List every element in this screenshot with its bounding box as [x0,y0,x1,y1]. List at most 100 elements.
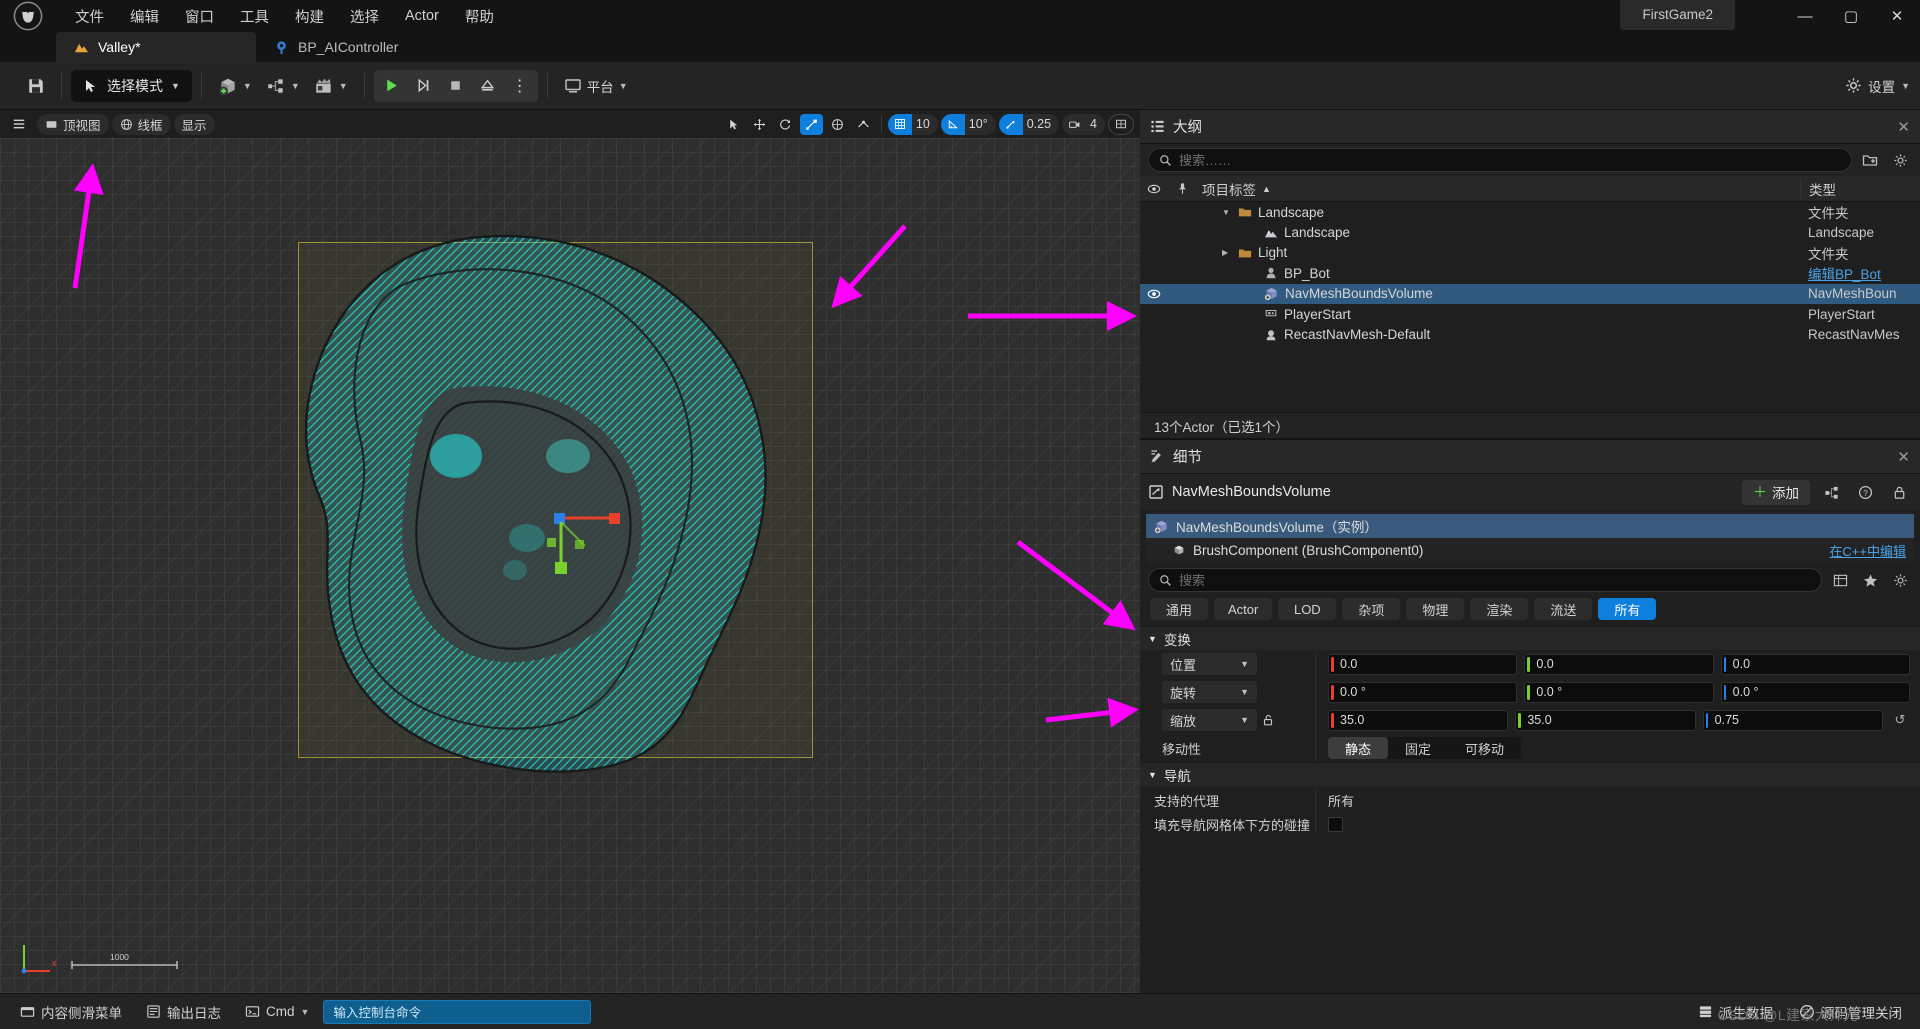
minimize-button[interactable]: — [1782,0,1828,32]
menu-item-build[interactable]: 构建 [282,2,337,31]
outliner-search-input[interactable] [1179,152,1841,168]
transform-label-dropdown-位置[interactable]: 位置 ▼ [1162,653,1257,675]
outliner-label-column[interactable]: 项目标签 ▲ [1196,179,1800,199]
visibility-toggle-icon[interactable] [1140,287,1168,301]
outliner-type-column[interactable]: 类型 [1800,178,1920,199]
reset-to-default-icon[interactable]: ↺ [1890,712,1910,728]
settings-gear-icon[interactable] [1888,568,1912,592]
expander-icon[interactable]: ▶ [1222,248,1232,257]
outliner-row-recastnavmesh-default[interactable]: RecastNavMesh-Default RecastNavMes [1140,324,1920,344]
transform-label-dropdown-缩放[interactable]: 缩放 ▼ [1162,709,1257,731]
filter-chip-杂项[interactable]: 杂项 [1342,598,1401,620]
filter-chip-渲染[interactable]: 渲染 [1470,598,1529,620]
angle-snap-control[interactable]: 10° [940,113,996,135]
translate-gizmo-icon[interactable] [748,114,771,135]
transform-field-缩放-x[interactable]: 35.0 [1328,709,1509,731]
cmd-dropdown-button[interactable]: Cmd ▼ [235,999,319,1025]
viewport-shading-button[interactable]: 线框 [111,113,171,135]
surface-snap-icon[interactable] [852,114,875,135]
viewport-menu-icon[interactable] [4,114,34,135]
mobility-option-可移动[interactable]: 可移动 [1448,737,1521,759]
visibility-column-icon[interactable] [1140,182,1168,196]
tab-bp-aicontroller[interactable]: BP_AIController [256,32,420,62]
outliner-row-landscape[interactable]: ▼ Landscape 文件夹 [1140,202,1920,222]
transform-field-旋转-x[interactable]: 0.0 ° [1328,681,1518,703]
outliner-row-navmeshboundsvolume[interactable]: NavMeshBoundsVolume NavMeshBoun [1140,283,1920,304]
scale-snap-control[interactable]: 0.25 [998,113,1060,135]
component-grid-icon[interactable] [1818,480,1844,505]
play-options-button[interactable]: ⋮ [504,72,536,100]
platforms-button[interactable]: 平台 ▼ [557,70,635,102]
content-drawer-button[interactable]: 内容侧滑菜单 [10,999,132,1025]
menu-item-file[interactable]: 文件 [62,2,117,31]
viewport-view-mode-button[interactable]: 顶视图 [37,113,109,135]
unreal-logo-icon[interactable] [0,0,56,32]
transform-field-位置-x[interactable]: 0.0 [1328,653,1518,675]
filter-chip-Actor[interactable]: Actor [1214,598,1273,620]
menu-item-help[interactable]: 帮助 [452,2,507,31]
transform-section-header[interactable]: ▼ 变换 [1140,626,1920,650]
select-mode-button[interactable]: 选择模式 ▼ [71,69,192,102]
pin-column-icon[interactable] [1168,182,1196,195]
details-property-area[interactable]: ▼ 变换 位置 ▼ 0.0 0.0 0.0 旋转 ▼ 0.0 ° 0.0 ° 0.0 ° 缩放 ▼ 35… [1140,626,1920,993]
component-row-1[interactable]: BrushComponent (BrushComponent0) 在C++中编辑 [1146,538,1914,562]
cinematics-icon[interactable]: ▼ [307,70,355,102]
play-button[interactable] [376,72,408,100]
scale-gizmo-icon[interactable] [799,113,823,135]
maximize-button[interactable]: ▢ [1828,0,1874,32]
rotate-gizmo-icon[interactable] [774,114,797,135]
save-icon[interactable] [20,70,52,102]
favorite-star-icon[interactable] [1858,568,1882,592]
filter-chip-物理[interactable]: 物理 [1406,598,1465,620]
outliner-search-box[interactable] [1148,148,1852,172]
camera-speed-control[interactable]: 4 [1062,113,1105,135]
add-component-button[interactable]: ＋ 添加 [1742,479,1810,505]
outliner-row-type[interactable]: 编辑BP_Bot [1800,263,1920,283]
menu-item-tools[interactable]: 工具 [227,2,282,31]
world-coords-icon[interactable] [826,114,849,135]
scale-snap-icon[interactable] [998,113,1023,135]
outliner-new-folder-icon[interactable] [1858,148,1882,172]
outliner-settings-icon[interactable] [1888,148,1912,172]
fill-collision-checkbox[interactable] [1328,816,1343,832]
camera-icon[interactable] [1062,114,1086,135]
tab-valley[interactable]: Valley* [56,32,256,62]
filter-chip-LOD[interactable]: LOD [1278,598,1337,620]
filter-chip-所有[interactable]: 所有 [1598,598,1657,620]
menu-item-window[interactable]: 窗口 [172,2,227,31]
grid-snap-icon[interactable] [887,113,912,135]
transform-field-位置-y[interactable]: 0.0 [1524,653,1714,675]
add-actor-icon[interactable]: ▼ [211,70,259,102]
blueprint-dropdown-icon[interactable]: ▼ [259,70,307,102]
details-search-box[interactable] [1148,568,1822,592]
cursor-select-icon[interactable] [722,114,745,135]
close-button[interactable]: ✕ [1874,0,1920,32]
menu-item-select[interactable]: 选择 [337,2,392,31]
supported-agents-control[interactable]: 所有 [1315,786,1920,814]
menu-item-edit[interactable]: 编辑 [117,2,172,31]
grid-snap-control[interactable]: 10 [887,113,938,135]
scale-snap-value[interactable]: 0.25 [1023,117,1059,131]
outliner-row-landscape[interactable]: Landscape Landscape [1140,222,1920,242]
console-command-input[interactable]: 输入控制台命令 [323,999,592,1024]
expander-icon[interactable]: ▼ [1222,208,1232,217]
edit-in-cpp-link[interactable]: 在C++中编辑 [1829,541,1906,560]
camera-speed-value[interactable]: 4 [1086,117,1105,131]
navigation-section-header[interactable]: ▼ 导航 [1140,762,1920,786]
transform-label-dropdown-旋转[interactable]: 旋转 ▼ [1162,681,1257,703]
outliner-row-playerstart[interactable]: PlayerStart PlayerStart [1140,304,1920,324]
columns-icon[interactable] [1828,568,1852,592]
fill-collision-control[interactable] [1315,814,1920,834]
filter-chip-流送[interactable]: 流送 [1534,598,1593,620]
details-close-icon[interactable]: ✕ [1897,448,1910,466]
transform-field-旋转-y[interactable]: 0.0 ° [1524,681,1714,703]
transform-gizmo[interactable] [545,490,635,580]
eject-button[interactable] [472,72,504,100]
transform-field-位置-z[interactable]: 0.0 [1720,653,1910,675]
help-icon[interactable]: ? [1852,480,1878,505]
viewport-show-button[interactable]: 显示 [173,113,215,135]
grid-snap-value[interactable]: 10 [912,117,938,131]
viewport-layout-icon[interactable] [1108,113,1134,135]
settings-button[interactable]: 设置 ▼ [1845,76,1910,96]
output-log-button[interactable]: 输出日志 [136,999,231,1025]
